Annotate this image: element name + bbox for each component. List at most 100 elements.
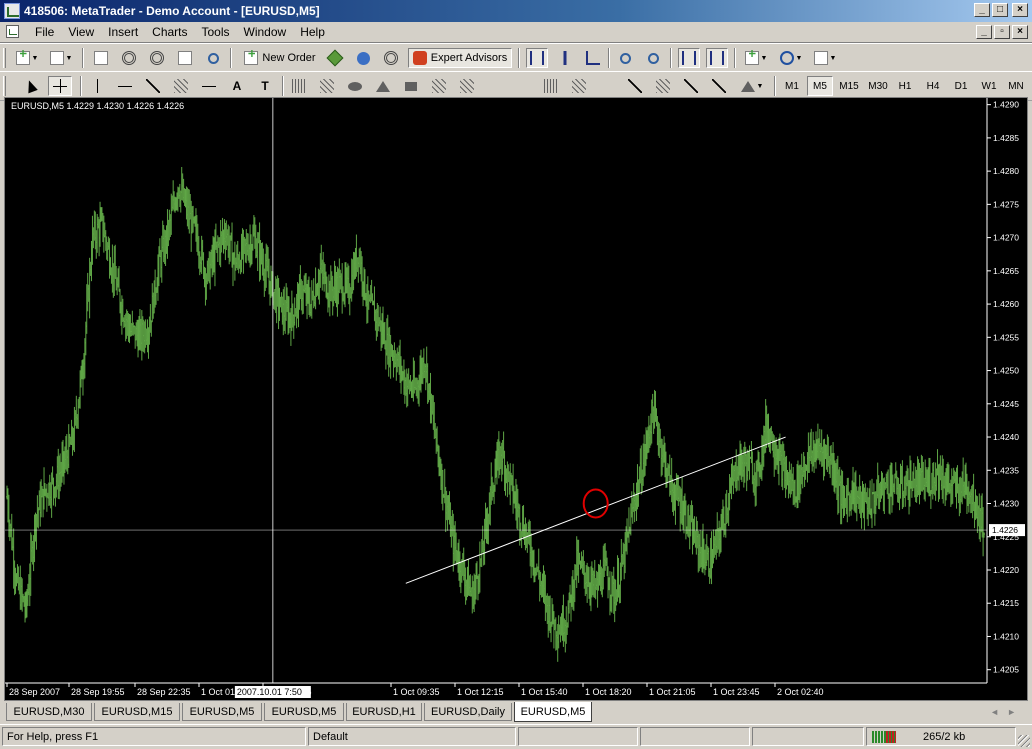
menu-tools[interactable]: Tools bbox=[195, 25, 237, 39]
status-profile: Default bbox=[308, 727, 516, 746]
terminal-button[interactable] bbox=[174, 48, 196, 68]
mdi-close-button[interactable]: × bbox=[1012, 25, 1028, 39]
minimize-button[interactable]: _ bbox=[974, 3, 990, 17]
gann-grid-icon bbox=[572, 79, 586, 93]
triangle-tool[interactable] bbox=[372, 76, 394, 96]
fibo-arcs-tool[interactable] bbox=[624, 76, 646, 96]
tab-eurusd-daily[interactable]: EURUSD,Daily bbox=[424, 703, 512, 721]
chart-canvas[interactable]: 1.4290 1.4285 1.4280 1.4275 1.4270 1.4265 1.42… bbox=[5, 98, 1027, 700]
tab-eurusd-h1[interactable]: EURUSD,H1 bbox=[346, 703, 422, 721]
time-tick-label: 2 Oct 02:40 bbox=[777, 687, 824, 697]
price-chart[interactable]: 1.4290 1.4285 1.4280 1.4275 1.4270 1.4265 1.42… bbox=[4, 97, 1028, 701]
toolbar-grip[interactable] bbox=[3, 76, 6, 96]
ellipse-tool[interactable] bbox=[344, 76, 366, 96]
line-chart-button[interactable] bbox=[582, 48, 604, 68]
fibo-fan-icon bbox=[488, 79, 502, 93]
fibo-channel-tool[interactable] bbox=[456, 76, 478, 96]
resize-grip[interactable] bbox=[1018, 735, 1030, 747]
chart-shift-icon bbox=[710, 51, 724, 65]
fibo-time-zones-tool[interactable] bbox=[540, 76, 562, 96]
candlestick-button[interactable] bbox=[554, 48, 576, 68]
rectangle-tool[interactable] bbox=[400, 76, 422, 96]
fibo-expansion-icon bbox=[432, 79, 446, 93]
horizontal-line-tool[interactable] bbox=[114, 76, 136, 96]
chart-document-icon[interactable] bbox=[6, 25, 19, 38]
menu-help[interactable]: Help bbox=[293, 25, 332, 39]
tab-scroll-arrows[interactable]: ◄► bbox=[990, 707, 1024, 717]
fibo-fan-tool[interactable] bbox=[484, 76, 506, 96]
new-order-button[interactable]: New Order bbox=[240, 48, 320, 68]
vertical-line-tool[interactable] bbox=[86, 76, 108, 96]
period-d1[interactable]: D1 bbox=[948, 76, 974, 96]
chart-shift-button[interactable] bbox=[706, 48, 728, 68]
navigator-button[interactable] bbox=[146, 48, 168, 68]
tab-eurusd-m5-2[interactable]: EURUSD,M5 bbox=[264, 703, 344, 721]
fibonacci-tool[interactable] bbox=[198, 76, 220, 96]
period-m15[interactable]: M15 bbox=[835, 76, 863, 96]
periods-button[interactable]: ▼ bbox=[776, 48, 806, 68]
price-tick-label: 1.4235 bbox=[993, 465, 1019, 475]
profiles-button[interactable]: ▼ bbox=[46, 48, 76, 68]
menu-insert[interactable]: Insert bbox=[101, 25, 145, 39]
indicators-button[interactable]: ▼ bbox=[740, 48, 772, 68]
metatrader-app-icon[interactable] bbox=[4, 3, 20, 19]
regression-channel-tool[interactable] bbox=[652, 76, 674, 96]
period-m30[interactable]: M30 bbox=[864, 76, 892, 96]
menu-window[interactable]: Window bbox=[237, 25, 294, 39]
toolbar-grip[interactable] bbox=[3, 48, 6, 68]
menu-view[interactable]: View bbox=[61, 25, 101, 39]
text-label-tool[interactable]: T bbox=[254, 76, 276, 96]
cycle-lines-tool[interactable] bbox=[288, 76, 310, 96]
tab-eurusd-m15[interactable]: EURUSD,M15 bbox=[94, 703, 180, 721]
text-tool[interactable]: A bbox=[226, 76, 248, 96]
period-h1[interactable]: H1 bbox=[892, 76, 918, 96]
tab-eurusd-m5-active[interactable]: EURUSD,M5 bbox=[514, 702, 592, 722]
status-bar: For Help, press F1 Default 265/2 kb bbox=[0, 724, 1032, 749]
equidistant-channel-tool[interactable] bbox=[170, 76, 192, 96]
tab-eurusd-m5-1[interactable]: EURUSD,M5 bbox=[182, 703, 262, 721]
status-cell-empty-2 bbox=[640, 727, 750, 746]
new-order-label: New Order bbox=[262, 52, 316, 64]
period-mn[interactable]: MN bbox=[1003, 76, 1029, 96]
crosshair-tool[interactable] bbox=[48, 76, 72, 96]
parallel-lines-tool[interactable] bbox=[316, 76, 338, 96]
close-button[interactable]: × bbox=[1012, 3, 1028, 17]
mdi-restore-button[interactable]: ▫ bbox=[994, 25, 1010, 39]
zoom-out-button[interactable] bbox=[642, 48, 664, 68]
menu-charts[interactable]: Charts bbox=[145, 25, 194, 39]
new-chart-button[interactable]: ▼ bbox=[12, 48, 42, 68]
profiles-icon bbox=[49, 51, 64, 65]
period-w1[interactable]: W1 bbox=[976, 76, 1002, 96]
people-button[interactable] bbox=[380, 48, 402, 68]
cursor-tool[interactable] bbox=[20, 76, 42, 96]
templates-button[interactable]: ▼ bbox=[810, 48, 840, 68]
andrews-pitchfork-tool[interactable] bbox=[596, 76, 618, 96]
trendline-tool[interactable] bbox=[142, 76, 164, 96]
time-tick-label: 1 Oct 15:40 bbox=[521, 687, 568, 697]
market-watch-button[interactable] bbox=[90, 48, 112, 68]
gann-fan-tool[interactable] bbox=[512, 76, 534, 96]
standard-toolbar: ▼ ▼ New Order Expert Advisors ▼ ▼ ▼ bbox=[0, 43, 1032, 73]
price-axis: 1.4290 1.4285 1.4280 1.4275 1.4270 1.4265 1.42… bbox=[986, 98, 1025, 683]
tab-eurusd-m30[interactable]: EURUSD,M30 bbox=[6, 703, 92, 721]
metaeditor-button[interactable] bbox=[324, 48, 346, 68]
gann-line-tool[interactable] bbox=[708, 76, 730, 96]
gann-grid-tool[interactable] bbox=[568, 76, 590, 96]
strategy-tester-button[interactable] bbox=[202, 48, 224, 68]
time-tick-label: 1 Oct 12:15 bbox=[457, 687, 504, 697]
period-h4[interactable]: H4 bbox=[920, 76, 946, 96]
period-m1[interactable]: M1 bbox=[779, 76, 805, 96]
stddev-channel-tool[interactable] bbox=[680, 76, 702, 96]
arrows-tool[interactable]: ▼ bbox=[736, 76, 768, 96]
mdi-minimize-button[interactable]: _ bbox=[976, 25, 992, 39]
bar-chart-button[interactable] bbox=[526, 48, 548, 68]
expert-advisors-button[interactable]: Expert Advisors bbox=[408, 48, 512, 68]
auto-scroll-button[interactable] bbox=[678, 48, 700, 68]
help-button[interactable] bbox=[352, 48, 374, 68]
maximize-button[interactable]: □ bbox=[992, 3, 1008, 17]
menu-file[interactable]: File bbox=[28, 25, 61, 39]
zoom-in-button[interactable] bbox=[614, 48, 636, 68]
period-m5[interactable]: M5 bbox=[807, 76, 833, 96]
fibo-expansion-tool[interactable] bbox=[428, 76, 450, 96]
data-window-button[interactable] bbox=[118, 48, 140, 68]
